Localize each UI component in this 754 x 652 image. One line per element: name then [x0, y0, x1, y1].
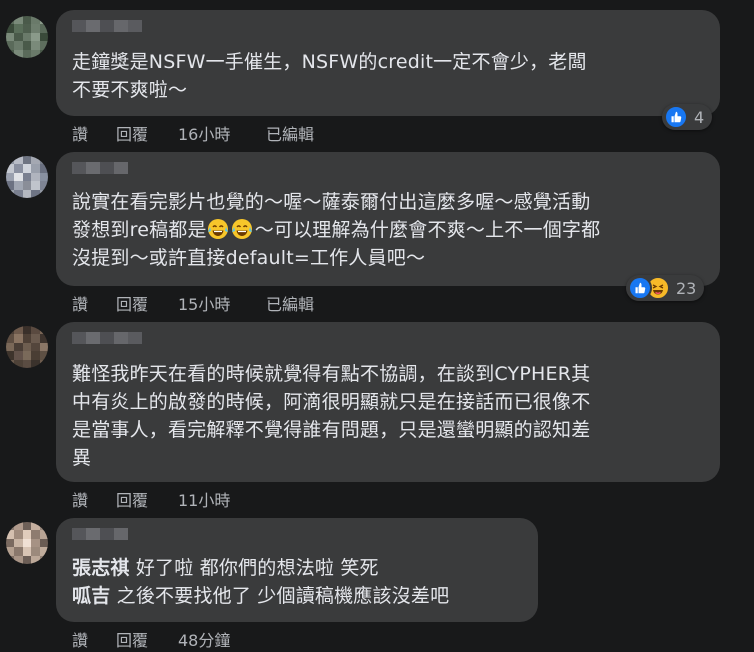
like-button[interactable]: 讚 [72, 121, 116, 145]
comment-text: 說實在看完影片也覺的～喔～薩泰爾付出這麼多喔～感覺活動 發想到re稿都是 ～可以理… [72, 188, 706, 272]
avatar[interactable] [6, 326, 48, 368]
avatar[interactable] [6, 156, 48, 198]
reply-button[interactable]: 回覆 [116, 627, 178, 651]
mentioned-user-link[interactable]: 張志祺 [72, 557, 130, 579]
reaction-count: 23 [676, 278, 697, 298]
like-button[interactable]: 讚 [72, 487, 116, 511]
comment-line: 難怪我昨天在看的時候就覺得有點不協調，在談到CYPHER其 [72, 363, 591, 385]
avatar[interactable] [6, 16, 48, 58]
reaction-summary[interactable]: 23 [626, 275, 705, 301]
reply-button[interactable]: 回覆 [116, 121, 178, 145]
like-icon [664, 105, 688, 129]
comment-bubble: 張志祺 好了啦 都你們的想法啦 笑死 呱吉 之後不要找他了 少個讀稿機應該沒差吧 [56, 518, 538, 622]
mentioned-user-link[interactable]: 呱吉 [72, 585, 110, 607]
reply-button[interactable]: 回覆 [116, 291, 178, 315]
comment-line: 沒提到～或許直接default=工作人員吧～ [72, 247, 426, 269]
like-button[interactable]: 讚 [72, 627, 116, 651]
reaction-count: 4 [694, 107, 705, 127]
crying-laughing-emoji-icon [231, 218, 253, 240]
comment-text: 走鐘獎是NSFW一手催生，NSFW的credit一定不會少，老闆 不要不爽啦～ [72, 48, 706, 104]
commenter-name-redacted[interactable] [72, 332, 142, 344]
comment-line: 發想到re稿都是 ～可以理解為什麼會不爽～上不一個字都 [72, 216, 706, 244]
comment-line: 呱吉 之後不要找他了 少個讀稿機應該沒差吧 [72, 582, 524, 610]
commenter-name-redacted[interactable] [72, 528, 128, 540]
comment-actions: 讚 回覆 16小時 已編輯 [72, 121, 314, 145]
comment-bubble: 走鐘獎是NSFW一手催生，NSFW的credit一定不會少，老闆 不要不爽啦～ [56, 10, 720, 116]
comment-text: 張志祺 好了啦 都你們的想法啦 笑死 呱吉 之後不要找他了 少個讀稿機應該沒差吧 [72, 554, 524, 610]
timestamp[interactable]: 48分鐘 [178, 627, 266, 651]
comment-line: 說實在看完影片也覺的～喔～薩泰爾付出這麼多喔～感覺活動 [72, 191, 591, 213]
comment-line-part: 之後不要找他了 少個讀稿機應該沒差吧 [116, 585, 450, 607]
commenter-name-redacted[interactable] [72, 20, 142, 32]
comment-line-part: 好了啦 都你們的想法啦 笑死 [135, 557, 379, 579]
comment-text: 難怪我昨天在看的時候就覺得有點不協調，在談到CYPHER其 中有炎上的啟發的時候… [72, 360, 706, 472]
like-button[interactable]: 讚 [72, 291, 116, 315]
comment-line-part: ～可以理解為什麼會不爽～上不一個字都 [254, 219, 601, 241]
comment-line: 不要不爽啦～ [72, 79, 188, 101]
avatar[interactable] [6, 522, 48, 564]
comment-line: 張志祺 好了啦 都你們的想法啦 笑死 [72, 554, 524, 582]
reply-button[interactable]: 回覆 [116, 487, 178, 511]
like-icon [628, 276, 652, 300]
comment-line: 是當事人，看完解釋不覺得誰有問題，只是還蠻明顯的認知差 [72, 419, 591, 441]
comment-actions: 讚 回覆 48分鐘 [72, 627, 266, 651]
commenter-name-redacted[interactable] [72, 162, 128, 174]
crying-laughing-emoji-icon [207, 218, 229, 240]
comment-line: 走鐘獎是NSFW一手催生，NSFW的credit一定不會少，老闆 [72, 51, 587, 73]
comment-line: 異 [72, 447, 92, 469]
comment-line-part: 發想到re稿都是 [72, 219, 207, 241]
edited-label[interactable]: 已編輯 [266, 121, 314, 145]
reaction-summary[interactable]: 4 [662, 104, 713, 130]
timestamp[interactable]: 16小時 [178, 121, 266, 145]
timestamp[interactable]: 11小時 [178, 487, 266, 511]
comment-actions: 讚 回覆 15小時 已編輯 [72, 291, 314, 315]
comment-actions: 讚 回覆 11小時 [72, 487, 266, 511]
comment-bubble: 說實在看完影片也覺的～喔～薩泰爾付出這麼多喔～感覺活動 發想到re稿都是 ～可以理… [56, 152, 720, 286]
timestamp[interactable]: 15小時 [178, 291, 266, 315]
edited-label[interactable]: 已編輯 [266, 291, 314, 315]
comment-line: 中有炎上的啟發的時候，阿滴很明顯就只是在接話而已很像不 [72, 391, 591, 413]
comment-bubble: 難怪我昨天在看的時候就覺得有點不協調，在談到CYPHER其 中有炎上的啟發的時候… [56, 322, 720, 482]
